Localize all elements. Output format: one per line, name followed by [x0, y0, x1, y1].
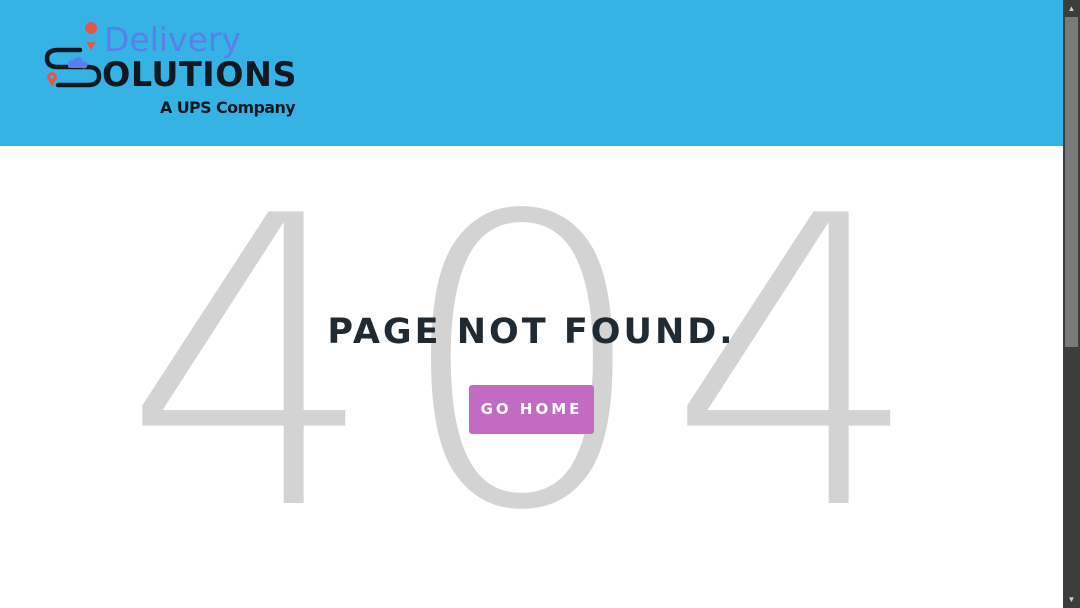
vertical-scrollbar[interactable]: ▲ ▼ — [1063, 0, 1080, 608]
scrollbar-thumb[interactable] — [1065, 17, 1078, 347]
logo-tagline: A UPS Company — [160, 98, 296, 117]
error-code-background: 404 — [122, 146, 941, 598]
delivery-solutions-logo[interactable]: Delivery OLUTIONS A UPS Company — [42, 20, 302, 120]
error-page-content: 404 PAGE NOT FOUND. GO HOME — [0, 146, 1063, 608]
logo-delivery-text: Delivery — [104, 20, 241, 59]
site-header: Delivery OLUTIONS A UPS Company — [0, 0, 1063, 146]
scroll-down-arrow-icon[interactable]: ▼ — [1063, 591, 1080, 608]
logo-graphic: Delivery OLUTIONS A UPS Company — [44, 20, 297, 117]
bottom-location-pin-icon — [47, 72, 57, 87]
logo-solutions-text: OLUTIONS — [102, 55, 297, 95]
scroll-up-arrow-icon[interactable]: ▲ — [1063, 0, 1080, 17]
cloud-icon — [68, 57, 88, 69]
top-location-pin-icon — [85, 22, 98, 50]
page-not-found-heading: PAGE NOT FOUND. — [327, 312, 736, 352]
go-home-button[interactable]: GO HOME — [469, 385, 594, 434]
